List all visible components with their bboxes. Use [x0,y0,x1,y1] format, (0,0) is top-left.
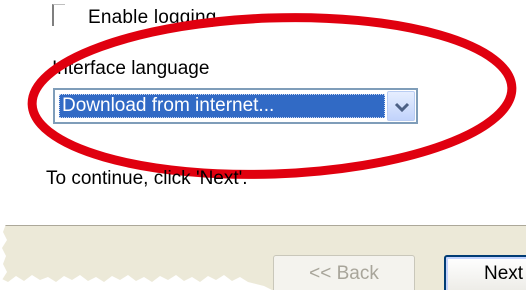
enable-logging-checkbox[interactable] [52,4,65,26]
dropdown-button[interactable] [387,91,415,121]
interface-language-select[interactable]: Download from internet... [53,88,418,124]
continue-instructions: To continue, click 'Next'. [46,168,248,189]
interface-language-selected-value: Download from internet... [59,94,385,118]
torn-edge-left [0,0,7,290]
enable-logging-label: Enable logging [88,7,217,28]
torn-edge-bottom [0,275,272,290]
setup-wizard-dialog: Enable logging Interface language Downlo… [0,0,526,290]
interface-language-label: Interface language [52,58,210,79]
chevron-down-icon [394,102,410,113]
